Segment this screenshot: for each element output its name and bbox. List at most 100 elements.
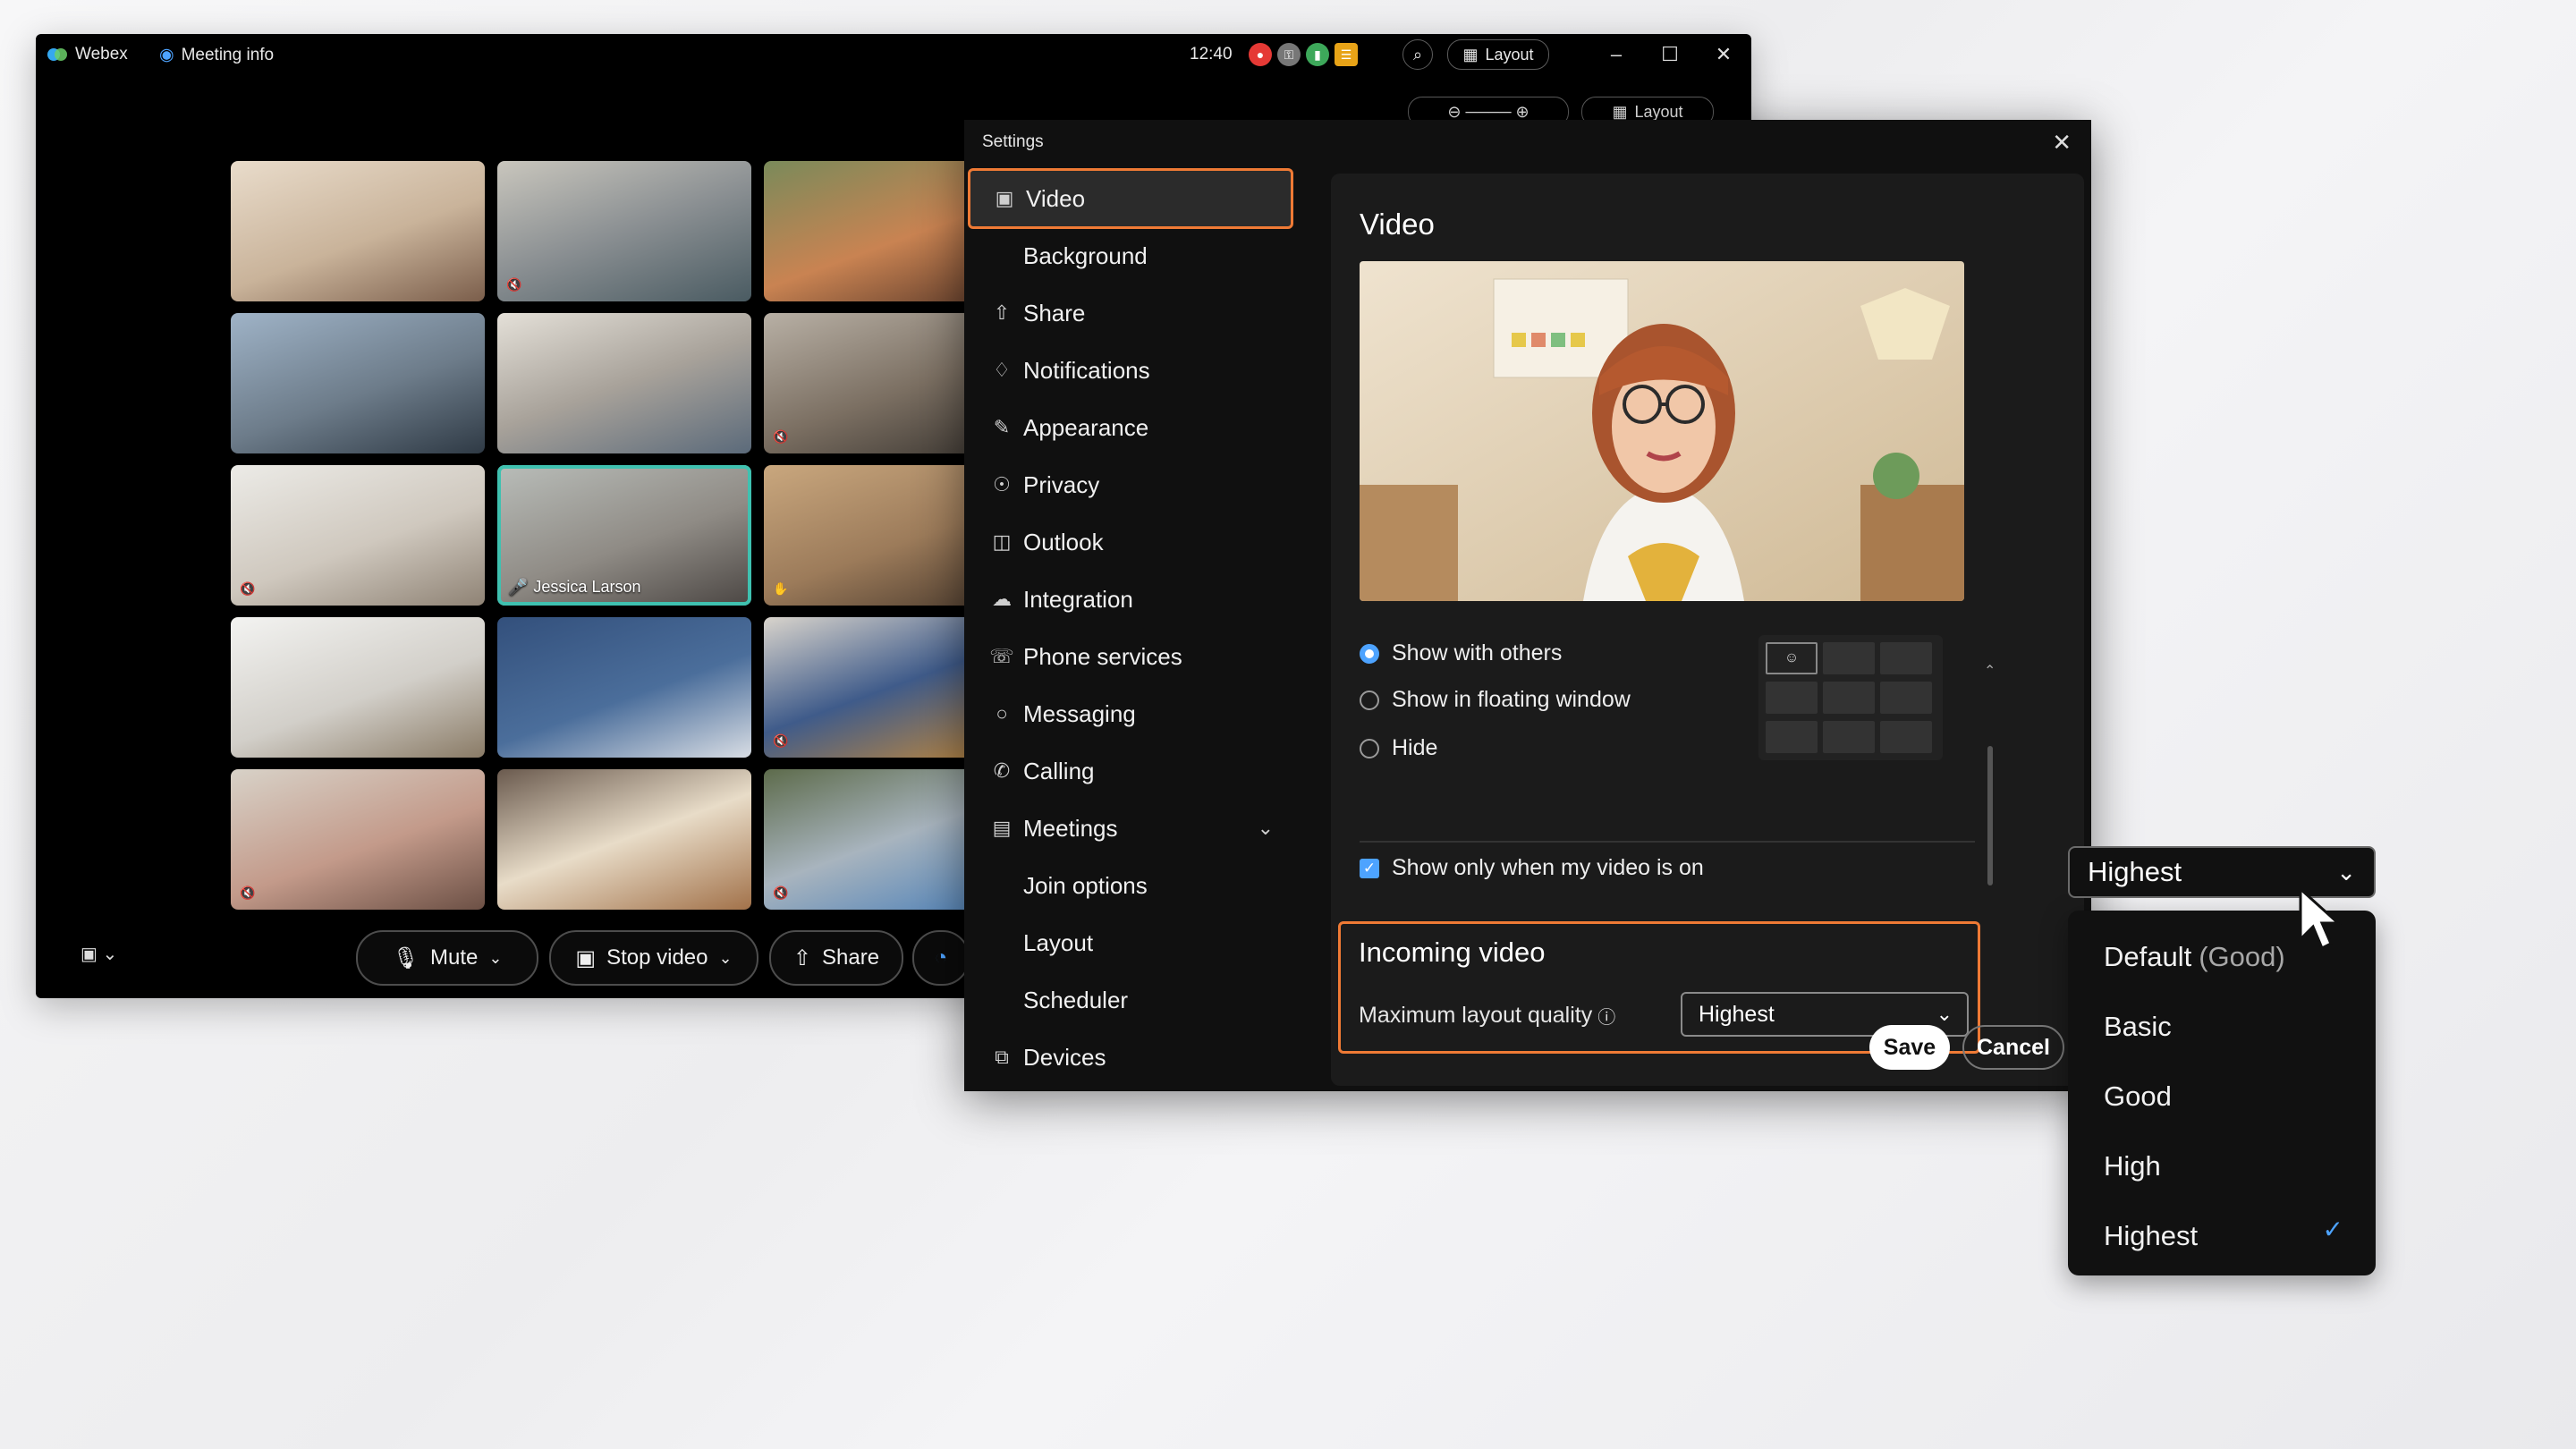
nav-label: Background xyxy=(1023,242,1148,269)
checkbox-label: Show only when my video is on xyxy=(1392,855,1704,880)
nav-item-scheduler[interactable]: Scheduler xyxy=(968,971,1293,1029)
option-floating-window[interactable]: Show in floating window xyxy=(1360,687,1631,713)
participant-tile[interactable]: 🔇 xyxy=(231,769,485,910)
lock-icon[interactable]: ⚿ xyxy=(1277,43,1301,66)
settings-title: Settings xyxy=(982,132,1044,151)
muted-mic-icon: 🔇 xyxy=(506,276,522,292)
title-bar: Webex ◉ Meeting info 12:40 ● ⚿ ▮ ☰ ⌕ ▦ L… xyxy=(36,34,1751,75)
max-quality-text: Maximum layout quality xyxy=(1359,1003,1593,1028)
nav-label: Scheduler xyxy=(1023,986,1129,1013)
nav-label: Appearance xyxy=(1023,413,1149,441)
participant-tile[interactable]: 🔇 xyxy=(231,465,485,606)
maximize-icon[interactable]: ☐ xyxy=(1657,41,1683,68)
nav-item-meetings[interactable]: ▤ Meetings ⌄ xyxy=(968,800,1293,857)
share-button[interactable]: ⇧ Share xyxy=(769,930,903,986)
nav-label: Video xyxy=(1026,184,1086,212)
option-highest[interactable]: Highest xyxy=(2104,1220,2198,1252)
checkmark-icon: ✓ xyxy=(2322,1216,2343,1243)
info-icon[interactable]: ⓘ xyxy=(1597,1003,1615,1029)
show-only-when-video-on[interactable]: ✓ Show only when my video is on xyxy=(1360,855,1704,881)
minimize-icon[interactable]: – xyxy=(1603,41,1630,68)
nav-item-video[interactable]: ▣ Video xyxy=(968,168,1293,229)
grid-cell xyxy=(1766,682,1818,714)
nav-item-layout[interactable]: Layout xyxy=(968,914,1293,971)
participant-name: Jessica Larson xyxy=(533,578,641,596)
phone-services-icon: ☏ xyxy=(989,645,1014,667)
settings-dialog: Settings ✕ ▣ Video Background ⇧ Share ♢ … xyxy=(964,120,2091,1091)
mute-button[interactable]: 🎙 Mute ⌄ xyxy=(356,930,538,986)
option-hide[interactable]: Hide xyxy=(1360,735,1437,761)
nav-item-share[interactable]: ⇧ Share xyxy=(968,284,1293,342)
option-label: Basic xyxy=(2104,1011,2172,1042)
chevron-down-icon: ⌄ xyxy=(718,948,733,967)
chat-status-icon[interactable]: ☰ xyxy=(1335,43,1358,66)
layout-button[interactable]: ▦ Layout xyxy=(1447,39,1549,70)
record-icon[interactable]: ● xyxy=(1249,43,1272,66)
layout-label: Layout xyxy=(1485,45,1534,64)
chevron-down-icon: ⌄ xyxy=(2336,859,2356,886)
calendar-icon: ▤ xyxy=(992,817,1012,839)
participant-tile[interactable] xyxy=(231,617,485,758)
nav-item-background[interactable]: Background xyxy=(968,227,1293,284)
save-button[interactable]: Save xyxy=(1869,1025,1950,1070)
zoom-icon[interactable]: ⌕ xyxy=(1402,39,1433,70)
app-brand: Webex xyxy=(47,45,128,64)
radio-selected[interactable] xyxy=(1360,643,1379,664)
scroll-up-icon[interactable]: ⌃ xyxy=(1984,662,1996,680)
close-icon[interactable]: ✕ xyxy=(2052,129,2072,157)
grid-cell xyxy=(1880,682,1932,714)
muted-mic-icon: 🔇 xyxy=(773,733,789,748)
participant-tile[interactable] xyxy=(497,313,751,453)
info-icon: ◉ xyxy=(159,46,174,64)
stop-video-button[interactable]: ▣ Stop video ⌄ xyxy=(549,930,758,986)
nav-item-calling[interactable]: ✆ Calling xyxy=(968,742,1293,800)
option-good[interactable]: Good xyxy=(2104,1080,2172,1113)
nav-item-messaging[interactable]: ○ Messaging xyxy=(968,685,1293,742)
participant-tile[interactable]: 🔇 xyxy=(497,161,751,301)
participant-tile-active-speaker[interactable]: 🎤 Jessica Larson xyxy=(497,465,751,606)
nav-item-join-options[interactable]: Join options xyxy=(968,857,1293,914)
option-high[interactable]: High xyxy=(2104,1150,2161,1182)
chevron-down-icon[interactable]: ⌄ xyxy=(1258,817,1274,840)
option-basic[interactable]: Basic xyxy=(2104,1011,2172,1043)
option-default[interactable]: Default (Good) xyxy=(2104,941,2285,973)
layout-preview-grid: ☺ xyxy=(1758,635,1943,760)
nav-item-appearance[interactable]: ✎ Appearance xyxy=(968,399,1293,456)
nav-item-outlook[interactable]: ◫ Outlook xyxy=(968,513,1293,571)
participant-tile[interactable] xyxy=(231,161,485,301)
meeting-info-button[interactable]: ◉ Meeting info xyxy=(159,45,274,65)
checkbox-checked[interactable]: ✓ xyxy=(1360,858,1379,878)
nav-item-privacy[interactable]: ☉ Privacy xyxy=(968,456,1293,513)
captions-button[interactable]: ▣ ⌄ xyxy=(80,943,117,965)
nav-item-devices[interactable]: ⧉ Devices xyxy=(968,1029,1293,1086)
option-show-with-others[interactable]: Show with others xyxy=(1360,640,1562,666)
muted-mic-icon: 🔇 xyxy=(773,885,789,900)
hand-icon: ✋ xyxy=(773,580,789,596)
share-label: Share xyxy=(822,945,880,970)
radio[interactable] xyxy=(1360,690,1379,710)
network-icon[interactable]: ▮ xyxy=(1306,43,1329,66)
participant-tile[interactable] xyxy=(497,617,751,758)
ai-assistant-button[interactable]: ◔ xyxy=(912,930,970,986)
nav-item-phone-services[interactable]: ☏ Phone services xyxy=(968,628,1293,685)
option-label: Highest xyxy=(2104,1220,2199,1251)
chevron-down-icon: ⌄ xyxy=(102,945,118,964)
close-window-icon[interactable]: ✕ xyxy=(1710,41,1737,68)
cancel-button[interactable]: Cancel xyxy=(1962,1025,2064,1070)
chevron-down-icon: ⌄ xyxy=(488,948,503,967)
status-icons: ● ⚿ ▮ ☰ xyxy=(1249,43,1358,66)
muted-mic-icon: 🔇 xyxy=(240,885,256,900)
grid-cell xyxy=(1823,721,1875,753)
radio[interactable] xyxy=(1360,738,1379,758)
option-label: High xyxy=(2104,1150,2161,1182)
scrollbar[interactable] xyxy=(1987,746,1993,886)
nav-item-integration[interactable]: ☁ Integration xyxy=(968,571,1293,628)
nav-item-notifications[interactable]: ♢ Notifications xyxy=(968,342,1293,399)
layout-label: Layout xyxy=(1634,102,1683,121)
mute-label: Mute xyxy=(430,945,479,970)
webex-logo-icon xyxy=(47,48,67,61)
participant-tile[interactable] xyxy=(497,769,751,910)
participant-tile[interactable] xyxy=(231,313,485,453)
grid-cell xyxy=(1766,721,1818,753)
captions-icon: ▣ xyxy=(80,945,97,964)
